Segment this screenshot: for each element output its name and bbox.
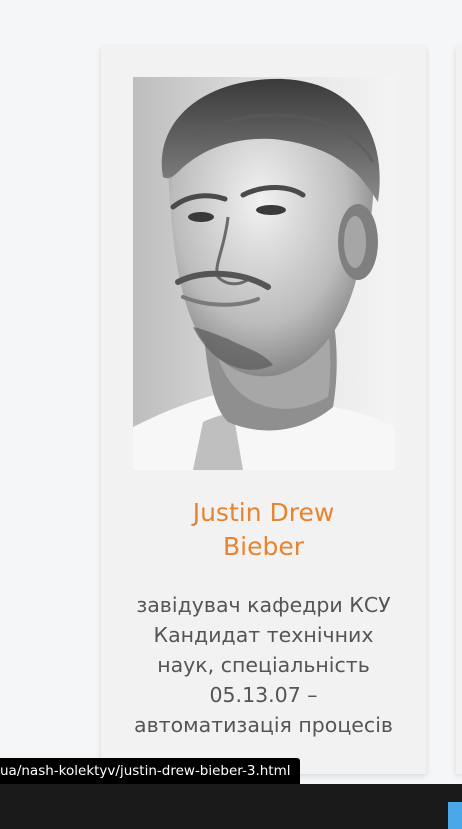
taskbar [0, 784, 462, 829]
position-line: завідувач кафедри КСУ [136, 593, 391, 617]
position-line: наук, спеціальність [157, 653, 370, 677]
page: Justin Drew Bieber завідувач кафедри КСУ… [0, 0, 462, 829]
member-name[interactable]: Justin Drew Bieber [101, 496, 426, 564]
position-line: автоматизація процесів [134, 713, 393, 737]
position-line: 05.13.07 – [209, 683, 318, 707]
link-status-url: ua/nash-kolektyv/justin-drew-bieber-3.ht… [0, 758, 300, 784]
profile-photo[interactable] [133, 77, 395, 470]
member-name-line1[interactable]: Justin Drew [101, 496, 426, 530]
position-line: Кандидат технічних [153, 623, 374, 647]
profile-photo-image [133, 77, 395, 470]
member-name-line2[interactable]: Bieber [101, 530, 426, 564]
member-position: завідувач кафедри КСУ Кандидат технічних… [121, 590, 406, 740]
team-member-card[interactable]: Justin Drew Bieber завідувач кафедри КСУ… [101, 46, 426, 774]
next-team-member-card[interactable] [456, 46, 462, 774]
app-tile-icon[interactable] [448, 802, 462, 829]
